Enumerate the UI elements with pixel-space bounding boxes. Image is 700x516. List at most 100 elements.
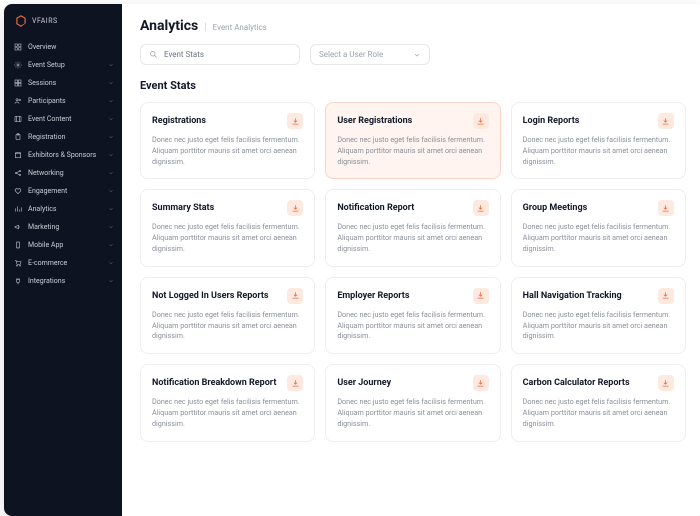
select-placeholder: Select a User Role	[319, 50, 383, 59]
card-header: Summary Stats	[152, 200, 303, 216]
page-title: Analytics	[140, 18, 198, 34]
card-header: User Journey	[337, 375, 488, 391]
sidebar-item-label: Marketing	[28, 223, 102, 231]
sidebar-item-mobile-app[interactable]: Mobile App	[4, 236, 122, 254]
chevron-down-icon	[108, 152, 114, 158]
download-icon	[661, 204, 670, 213]
download-button[interactable]	[473, 113, 489, 129]
card-title: Notification Breakdown Report	[152, 378, 276, 388]
report-card[interactable]: Login Reports Donec nec justo eget felis …	[511, 102, 686, 179]
download-button[interactable]	[658, 113, 674, 129]
download-button[interactable]	[473, 288, 489, 304]
sidebar-item-event-setup[interactable]: Event Setup	[4, 56, 122, 74]
card-header: Notification Breakdown Report	[152, 375, 303, 391]
brand-logo: vFAIRS	[4, 14, 122, 38]
report-card[interactable]: Group MeetingsDonec nec justo eget felis…	[511, 189, 686, 266]
main-content: Analytics | Event Analytics Event Stats …	[122, 4, 700, 516]
sidebar-item-networking[interactable]: Networking	[4, 164, 122, 182]
chevron-down-icon	[108, 80, 114, 86]
download-button[interactable]	[287, 113, 303, 129]
sidebar-item-sessions[interactable]: Sessions	[4, 74, 122, 92]
download-button[interactable]	[287, 200, 303, 216]
sidebar-item-marketing[interactable]: Marketing	[4, 218, 122, 236]
sidebar-item-e-commerce[interactable]: E-commerce	[4, 254, 122, 272]
download-icon	[661, 291, 670, 300]
search-icon	[149, 50, 158, 59]
search-placeholder: Event Stats	[164, 50, 204, 59]
card-header: Registrations	[152, 113, 303, 129]
heart-icon	[14, 187, 22, 195]
sidebar-item-registration[interactable]: Registration	[4, 128, 122, 146]
download-button[interactable]	[473, 375, 489, 391]
sidebar-item-overview[interactable]: Overview	[4, 38, 122, 56]
card-description: Donec nec justo eget felis facilisis fer…	[337, 135, 488, 167]
chevron-down-icon	[108, 98, 114, 104]
sidebar-item-event-content[interactable]: Event Content	[4, 110, 122, 128]
sidebar-item-analytics[interactable]: Analytics	[4, 200, 122, 218]
download-icon	[291, 204, 300, 213]
report-card[interactable]: User RegistrationsDonec nec justo eget f…	[325, 102, 500, 179]
sidebar-item-label: Overview	[28, 43, 114, 51]
report-card[interactable]: Carbon Calculator ReportsDonec nec justo…	[511, 364, 686, 441]
download-button[interactable]	[287, 375, 303, 391]
sidebar-item-label: Networking	[28, 169, 102, 177]
report-card[interactable]: Not Logged In Users Reports Donec nec jus…	[140, 277, 315, 354]
chevron-down-icon	[108, 134, 114, 140]
download-icon	[476, 379, 485, 388]
report-card[interactable]: User JourneyDonec nec justo eget felis f…	[325, 364, 500, 441]
sidebar-item-label: Exhibitors & Sponsors	[28, 151, 102, 159]
sidebar-item-integrations[interactable]: Integrations	[4, 272, 122, 290]
sidebar-item-label: Participants	[28, 97, 102, 105]
search-input[interactable]: Event Stats	[140, 44, 300, 65]
card-title: Not Logged In Users Reports	[152, 291, 269, 301]
card-title: Hall Navigation Tracking	[523, 291, 622, 301]
users-icon	[14, 97, 22, 105]
report-card[interactable]: Hall Navigation TrackingDonec nec justo …	[511, 277, 686, 354]
chevron-down-icon	[108, 278, 114, 284]
chart-icon	[14, 205, 22, 213]
sidebar-item-label: Engagement	[28, 187, 102, 195]
card-description: Donec nec justo eget felis facilisis fer…	[152, 310, 303, 342]
chevron-down-icon	[108, 242, 114, 248]
card-title: Notification Report	[337, 203, 414, 213]
breadcrumb: Event Analytics	[213, 23, 267, 32]
report-card[interactable]: Employer ReportsDonec nec justo eget fel…	[325, 277, 500, 354]
download-icon	[291, 379, 300, 388]
card-description: Donec nec justo eget felis facilisis fer…	[152, 222, 303, 254]
chevron-down-icon	[108, 260, 114, 266]
page-header: Analytics | Event Analytics	[140, 18, 686, 34]
sidebar-item-label: Registration	[28, 133, 102, 141]
sidebar-item-label: Mobile App	[28, 241, 102, 249]
download-button[interactable]	[287, 288, 303, 304]
sidebar-item-participants[interactable]: Participants	[4, 92, 122, 110]
card-description: Donec nec justo eget felis facilisis fer…	[523, 222, 674, 254]
report-card[interactable]: Notification ReportDonec nec justo eget …	[325, 189, 500, 266]
cards-grid: Registrations Donec nec justo eget felis …	[140, 102, 686, 442]
sidebar-item-label: Integrations	[28, 277, 102, 285]
film-icon	[14, 115, 22, 123]
download-icon	[476, 117, 485, 126]
role-select[interactable]: Select a User Role	[310, 44, 430, 65]
card-header: Notification Report	[337, 200, 488, 216]
clipboard-icon	[14, 133, 22, 141]
card-title: Employer Reports	[337, 291, 409, 301]
share-icon	[14, 169, 22, 177]
chevron-down-icon	[108, 170, 114, 176]
report-card[interactable]: Notification Breakdown ReportDonec nec j…	[140, 364, 315, 441]
report-card[interactable]: Summary Stats Donec nec justo eget felis …	[140, 189, 315, 266]
tiles-icon	[14, 79, 22, 87]
download-button[interactable]	[658, 200, 674, 216]
sidebar-item-label: Event Content	[28, 115, 102, 123]
download-icon	[291, 117, 300, 126]
card-title: Summary Stats	[152, 203, 214, 213]
card-header: Login Reports	[523, 113, 674, 129]
sidebar-item-exhibitors-sponsors[interactable]: Exhibitors & Sponsors	[4, 146, 122, 164]
sidebar-item-engagement[interactable]: Engagement	[4, 182, 122, 200]
card-description: Donec nec justo eget felis facilisis fer…	[152, 135, 303, 167]
download-button[interactable]	[473, 200, 489, 216]
download-button[interactable]	[658, 375, 674, 391]
report-card[interactable]: Registrations Donec nec justo eget felis …	[140, 102, 315, 179]
download-button[interactable]	[658, 288, 674, 304]
card-description: Donec nec justo eget felis facilisis fer…	[523, 135, 674, 167]
sidebar-item-label: Sessions	[28, 79, 102, 87]
